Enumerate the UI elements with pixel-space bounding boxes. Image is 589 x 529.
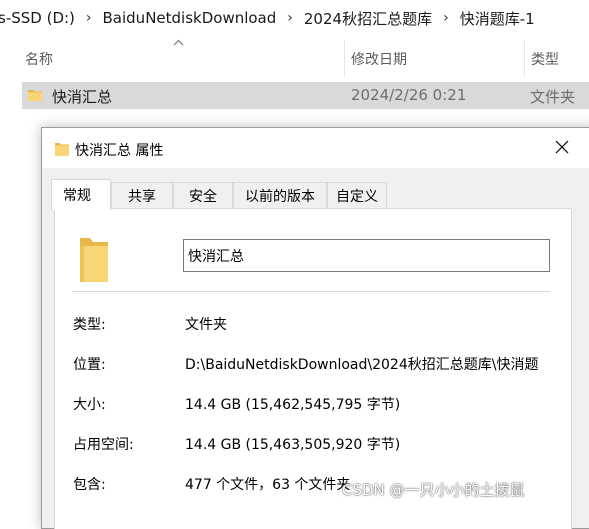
tab-sharing[interactable]: 共享	[111, 182, 173, 208]
column-name-header[interactable]: 名称	[25, 49, 53, 69]
breadcrumb-item-drive[interactable]: s-SSD (D:)	[0, 9, 77, 27]
watermark: CSDN @一只小小的土拨鼠	[342, 481, 525, 499]
close-button[interactable]	[547, 134, 577, 162]
divider	[72, 291, 550, 292]
breadcrumb-separator[interactable]: ›	[278, 10, 302, 26]
folder-icon	[78, 236, 110, 288]
contains-label: 包含:	[73, 477, 106, 493]
close-icon	[555, 139, 569, 158]
dialog-titlebar[interactable]: 快消汇总 属性	[42, 128, 589, 168]
type-label: 类型:	[73, 317, 106, 333]
breadcrumb-item-2024[interactable]: 2024秋招汇总题库	[302, 8, 434, 29]
properties-dialog: 快消汇总 属性 常规 共享 安全 以前的版本 自定义 类型: 文件夹 位置: D…	[41, 127, 589, 529]
column-type-header[interactable]: 类型	[531, 49, 559, 69]
location-label: 位置:	[73, 357, 106, 373]
breadcrumb-item-current[interactable]: 快消题库-1	[458, 8, 537, 29]
column-divider[interactable]	[344, 40, 345, 76]
file-row-selected[interactable]: 快消汇总 2024/2/26 0:21 文件夹	[22, 82, 589, 109]
breadcrumb-item-baidu[interactable]: BaiduNetdiskDownload	[101, 9, 279, 27]
size-on-disk-value: 14.4 GB (15,463,505,920 字节)	[185, 437, 401, 453]
tab-customize[interactable]: 自定义	[327, 182, 387, 208]
folder-icon	[27, 87, 43, 107]
file-modified-date: 2024/2/26 0:21	[351, 86, 467, 104]
size-on-disk-label: 占用空间:	[73, 437, 134, 453]
tab-security[interactable]: 安全	[173, 182, 233, 208]
location-value: D:\BaiduNetdiskDownload\2024秋招汇总题库\快消题	[185, 357, 539, 373]
size-value: 14.4 GB (15,462,545,795 字节)	[185, 397, 401, 413]
folder-name-input[interactable]	[183, 239, 550, 272]
column-divider[interactable]	[524, 40, 525, 76]
file-type: 文件夹	[530, 88, 576, 106]
tab-previous-versions[interactable]: 以前的版本	[233, 182, 327, 208]
column-header-row: 名称 修改日期 类型	[22, 39, 589, 76]
file-name: 快消汇总	[52, 88, 113, 106]
breadcrumb-separator[interactable]: ›	[434, 10, 458, 26]
breadcrumb: s-SSD (D:) › BaiduNetdiskDownload › 2024…	[0, 0, 589, 36]
type-value: 文件夹	[185, 317, 227, 333]
sort-up-icon	[173, 36, 184, 49]
dialog-title: 快消汇总 属性	[75, 143, 164, 159]
tab-general[interactable]: 常规	[51, 179, 111, 210]
folder-icon	[55, 141, 69, 161]
column-date-header[interactable]: 修改日期	[351, 49, 407, 69]
breadcrumb-separator[interactable]: ›	[77, 10, 101, 26]
size-label: 大小:	[73, 397, 106, 413]
